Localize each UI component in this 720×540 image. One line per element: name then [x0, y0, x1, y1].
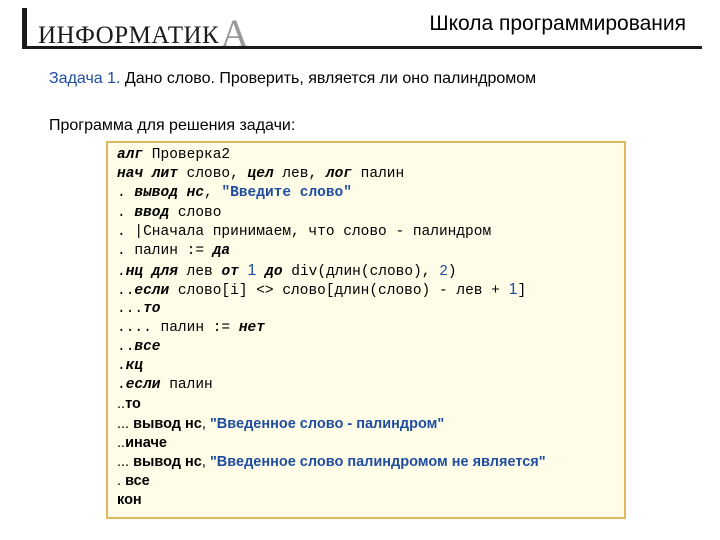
code-text: .... палин := — [117, 319, 239, 336]
code-line-18: . все — [117, 472, 546, 491]
code-text: ... — [117, 415, 134, 432]
school-title: Школа программирования — [429, 12, 686, 35]
code-text: лев — [177, 264, 222, 281]
code-line-4: . ввод слово — [117, 204, 546, 223]
code-text: . — [117, 185, 135, 202]
keyword: кц — [125, 358, 144, 375]
keyword: нач — [117, 166, 144, 183]
logo-text: ИНФОРМАТИК — [38, 22, 220, 49]
code-line-2: нач лит слово, цел лев, лог палин — [117, 165, 546, 184]
keyword: то — [143, 300, 161, 317]
code-text: , — [201, 415, 210, 432]
keyword: до — [265, 264, 283, 281]
string-literal: "Введите слово" — [221, 185, 352, 202]
code-line-1: алг Проверка2 — [117, 146, 546, 165]
code-line-7: .нц для лев от 1 до div(длин(слово), 2) — [117, 261, 546, 280]
code-line-15: ... вывод нс, "Введенное слово - палиндр… — [117, 415, 546, 434]
code-line-19: кон — [117, 491, 546, 510]
keyword: ввод — [134, 204, 170, 221]
code-text: ... — [117, 300, 144, 317]
keyword: иначе — [125, 434, 167, 451]
code-text: Проверка2 — [143, 147, 231, 163]
keyword: лит — [151, 166, 178, 183]
keyword: алг — [117, 147, 144, 163]
code-text: слово[i] <> слово[длин(слово) - лев + — [169, 283, 509, 300]
program-heading: Программа для решения задачи: — [49, 117, 296, 134]
code-line-10: .... палин := нет — [117, 319, 546, 338]
code-block: алг Проверка2 нач лит слово, цел лев, ло… — [106, 141, 626, 519]
code-text: .. — [117, 338, 135, 355]
code-text: .. — [117, 396, 126, 413]
code-line-11: ..все — [117, 338, 546, 357]
code-line-13: .если палин — [117, 376, 546, 395]
code-text: . — [117, 377, 126, 394]
code-text: . — [117, 473, 126, 490]
code-text: слово — [169, 204, 222, 221]
code-text: .. — [117, 434, 126, 451]
string-literal: "Введенное слово - палиндром" — [209, 415, 445, 432]
logo: ИНФОРМАТИКА — [38, 10, 250, 57]
header-divider — [22, 46, 702, 49]
code-line-5: . |Сначала принимаем, что слово - палинд… — [117, 223, 546, 242]
keyword: от — [221, 264, 239, 281]
keyword: если — [134, 283, 170, 300]
code-line-14: ..то — [117, 395, 546, 414]
keyword: кон — [117, 492, 142, 509]
code-text: div(длин(слово), — [282, 264, 440, 281]
code-text: слово, — [177, 166, 248, 183]
number-literal: 2 — [439, 264, 448, 281]
code-text: ) — [447, 264, 457, 281]
keyword: то — [125, 396, 141, 413]
code-comment: . |Сначала принимаем, что слово - палинд… — [117, 223, 492, 240]
string-literal: "Введенное слово палиндромом не является… — [209, 454, 546, 470]
code-text: . — [117, 204, 135, 221]
keyword: да — [212, 242, 231, 259]
code-line-9: ...то — [117, 300, 546, 319]
code-line-3: . вывод нс, "Введите слово" — [117, 184, 546, 203]
code-line-6: . палин := да — [117, 242, 546, 261]
keyword: лог — [325, 166, 352, 183]
keyword: если — [125, 377, 161, 394]
code-text: . — [117, 264, 126, 281]
code-line-16: ..иначе — [117, 434, 546, 453]
keyword: нет — [238, 319, 265, 336]
keyword: цел — [247, 166, 274, 183]
code-text: , — [201, 454, 210, 470]
keyword: нц для — [125, 264, 178, 281]
task-statement: Задача 1. Дано слово. Проверить, являетс… — [49, 70, 536, 88]
code-text: лев, — [273, 166, 326, 183]
code-text: ] — [517, 283, 527, 300]
code-text: . — [117, 358, 126, 375]
logo-bar — [22, 8, 27, 46]
keyword: вывод нс — [133, 415, 202, 432]
code-text: палин — [351, 166, 405, 183]
code-text: . палин := — [117, 242, 213, 259]
code-line-8: ..если слово[i] <> слово[длин(слово) - л… — [117, 280, 546, 299]
task-label: Задача 1. — [49, 70, 121, 87]
code-text: .. — [117, 283, 135, 300]
code-text: палин — [160, 377, 213, 394]
code-line-17: ... вывод нс, "Введенное слово палиндром… — [117, 453, 546, 472]
keyword: вывод нс — [134, 185, 205, 202]
code-line-12: .кц — [117, 357, 546, 376]
keyword: все — [125, 473, 150, 490]
code-text: , — [204, 185, 222, 202]
code-lines: алг Проверка2 нач лит слово, цел лев, ло… — [117, 146, 546, 511]
code-text: ... — [117, 454, 134, 470]
logo-letter: А — [220, 11, 250, 56]
task-text: Дано слово. Проверить, является ли оно п… — [120, 70, 537, 87]
keyword: вывод нс — [133, 454, 202, 470]
keyword: все — [134, 338, 161, 355]
